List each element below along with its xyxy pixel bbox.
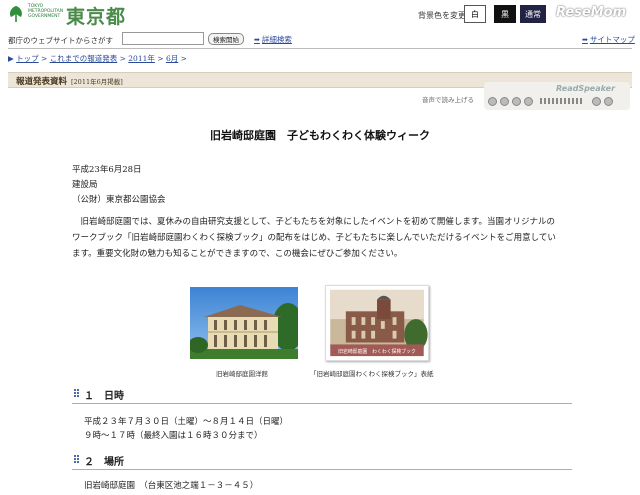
- section-divider: [72, 403, 572, 404]
- breadcrumb-item[interactable]: 6月: [166, 54, 178, 63]
- search-button[interactable]: 検索開始: [208, 33, 244, 45]
- stop-icon[interactable]: [512, 97, 521, 106]
- book-label-text: 旧岩崎邸庭園 わくわく探検ブック: [338, 348, 416, 355]
- breadcrumb-item[interactable]: これまでの報道発表: [50, 54, 118, 63]
- bg-black-button[interactable]: 黒: [494, 5, 516, 23]
- search-label: 都庁のウェブサイトからさがす: [8, 36, 113, 45]
- watermark-logo: ReseMom: [556, 5, 627, 20]
- section-bullet-icon: [74, 455, 79, 463]
- advanced-search-link[interactable]: ➡ 詳細検索: [254, 34, 292, 45]
- help-icon[interactable]: [604, 97, 613, 106]
- volume-slider[interactable]: [540, 98, 584, 104]
- section-bullet-icon: [74, 389, 79, 397]
- section-text: 旧岩崎邸庭園 （台東区池之端１－３－４５）: [84, 481, 259, 491]
- pause-icon[interactable]: [500, 97, 509, 106]
- section-heading-place: ２ 場所: [84, 457, 124, 468]
- site-logo-text[interactable]: 東京都: [66, 2, 126, 29]
- breadcrumb-item[interactable]: 2011年: [128, 54, 155, 63]
- section-heading-datetime: １ 日時: [84, 391, 124, 402]
- article-dept: 建設局: [72, 180, 98, 190]
- divider: [8, 48, 632, 49]
- tokyo-ginkgo-logo-icon: [10, 6, 22, 22]
- article-paragraph: 旧岩崎邸庭園では、夏休みの自由研究支援として、子どもたちを対象にしたイベントを初…: [72, 217, 556, 259]
- readspeaker-brand: ReadSpeaker: [556, 84, 616, 93]
- article-org: （公財）東京都公園協会: [72, 195, 166, 205]
- section-divider: [72, 469, 572, 470]
- settings-icon[interactable]: [524, 97, 533, 106]
- section-text: ９時～１７時（最終入園は１６時３０分まで）: [84, 431, 263, 441]
- arrow-right-icon: ➡: [582, 36, 588, 44]
- image-caption-western-house: 旧岩崎邸庭園洋館: [216, 370, 268, 378]
- bg-white-button[interactable]: 白: [464, 5, 486, 23]
- press-release-title: 報道発表資料 [2011年6月掲載]: [16, 77, 123, 87]
- press-release-date: [2011年6月掲載]: [71, 78, 123, 86]
- article-date: 平成23年6月28日: [72, 165, 142, 175]
- image-caption-book: 「旧岩崎邸庭園わくわく探検ブック」表紙: [310, 370, 434, 378]
- bg-color-label: 背景色を変更: [418, 11, 466, 20]
- play-icon[interactable]: [488, 97, 497, 106]
- arrow-right-icon: ➡: [254, 36, 260, 44]
- breadcrumb-item[interactable]: トップ: [16, 54, 39, 63]
- readspeaker-label: 音声で読み上げる: [422, 96, 474, 104]
- section-text: 平成２３年７月３０日（土曜）～８月１４日（日曜）: [84, 417, 289, 427]
- book-cover-photo: 旧岩崎邸庭園 わくわく探検ブック: [325, 285, 429, 361]
- sitemap-link[interactable]: ➡ サイトマップ: [582, 34, 635, 45]
- breadcrumb: ▶ トップ > これまでの報道発表 > 2011年 > 6月 >: [8, 54, 187, 63]
- western-house-photo: [190, 287, 298, 359]
- article-title: 旧岩崎邸庭園 子どもわくわく体験ウィーク: [210, 129, 430, 142]
- logo-subtitle: TOKYO METROPOLITAN GOVERNMENT: [28, 4, 64, 19]
- breadcrumb-arrow-icon: ▶: [8, 54, 17, 63]
- search-input[interactable]: [122, 32, 204, 45]
- bg-normal-button[interactable]: 通常: [520, 5, 546, 23]
- download-icon[interactable]: [592, 97, 601, 106]
